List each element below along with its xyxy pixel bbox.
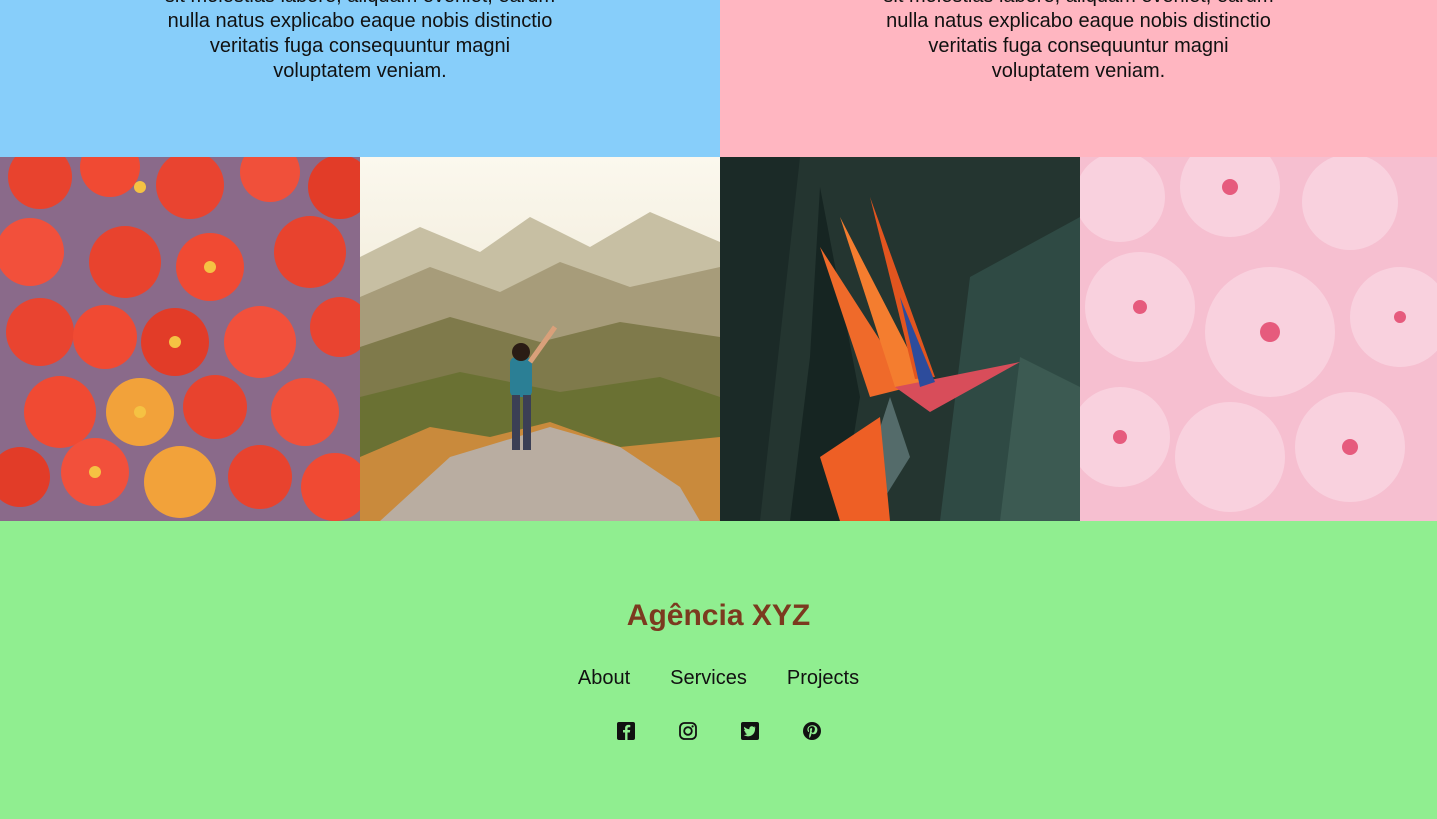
image-gallery	[0, 157, 1437, 521]
intro-panel-text: sit molestias labore, aliquam eveniet, e…	[165, 0, 555, 82]
footer: Agência XYZ About Services Projects	[0, 521, 1437, 819]
intro-panel-blue: sit molestias labore, aliquam eveniet, e…	[0, 0, 720, 157]
nav-link-services[interactable]: Services	[670, 667, 747, 690]
intro-panels: sit molestias labore, aliquam eveniet, e…	[0, 0, 1437, 157]
gallery-image-tomatoes	[0, 157, 360, 521]
nav-link-about[interactable]: About	[578, 667, 630, 690]
brand-name: Agência XYZ	[626, 599, 811, 632]
gallery-image-hiker	[360, 157, 720, 521]
nav-link-projects[interactable]: Projects	[787, 667, 859, 690]
instagram-icon[interactable]	[678, 721, 698, 741]
facebook-icon[interactable]	[616, 721, 636, 741]
gallery-image-blossoms	[1080, 157, 1437, 521]
twitter-icon[interactable]	[740, 721, 760, 741]
pinterest-icon[interactable]	[802, 721, 822, 741]
footer-nav: About Services Projects	[0, 667, 1437, 690]
gallery-image-flower	[720, 157, 1080, 521]
intro-panel-text: sit molestias labore, aliquam eveniet, e…	[883, 0, 1273, 82]
social-links	[0, 721, 1437, 741]
intro-panel-pink: sit molestias labore, aliquam eveniet, e…	[720, 0, 1437, 157]
